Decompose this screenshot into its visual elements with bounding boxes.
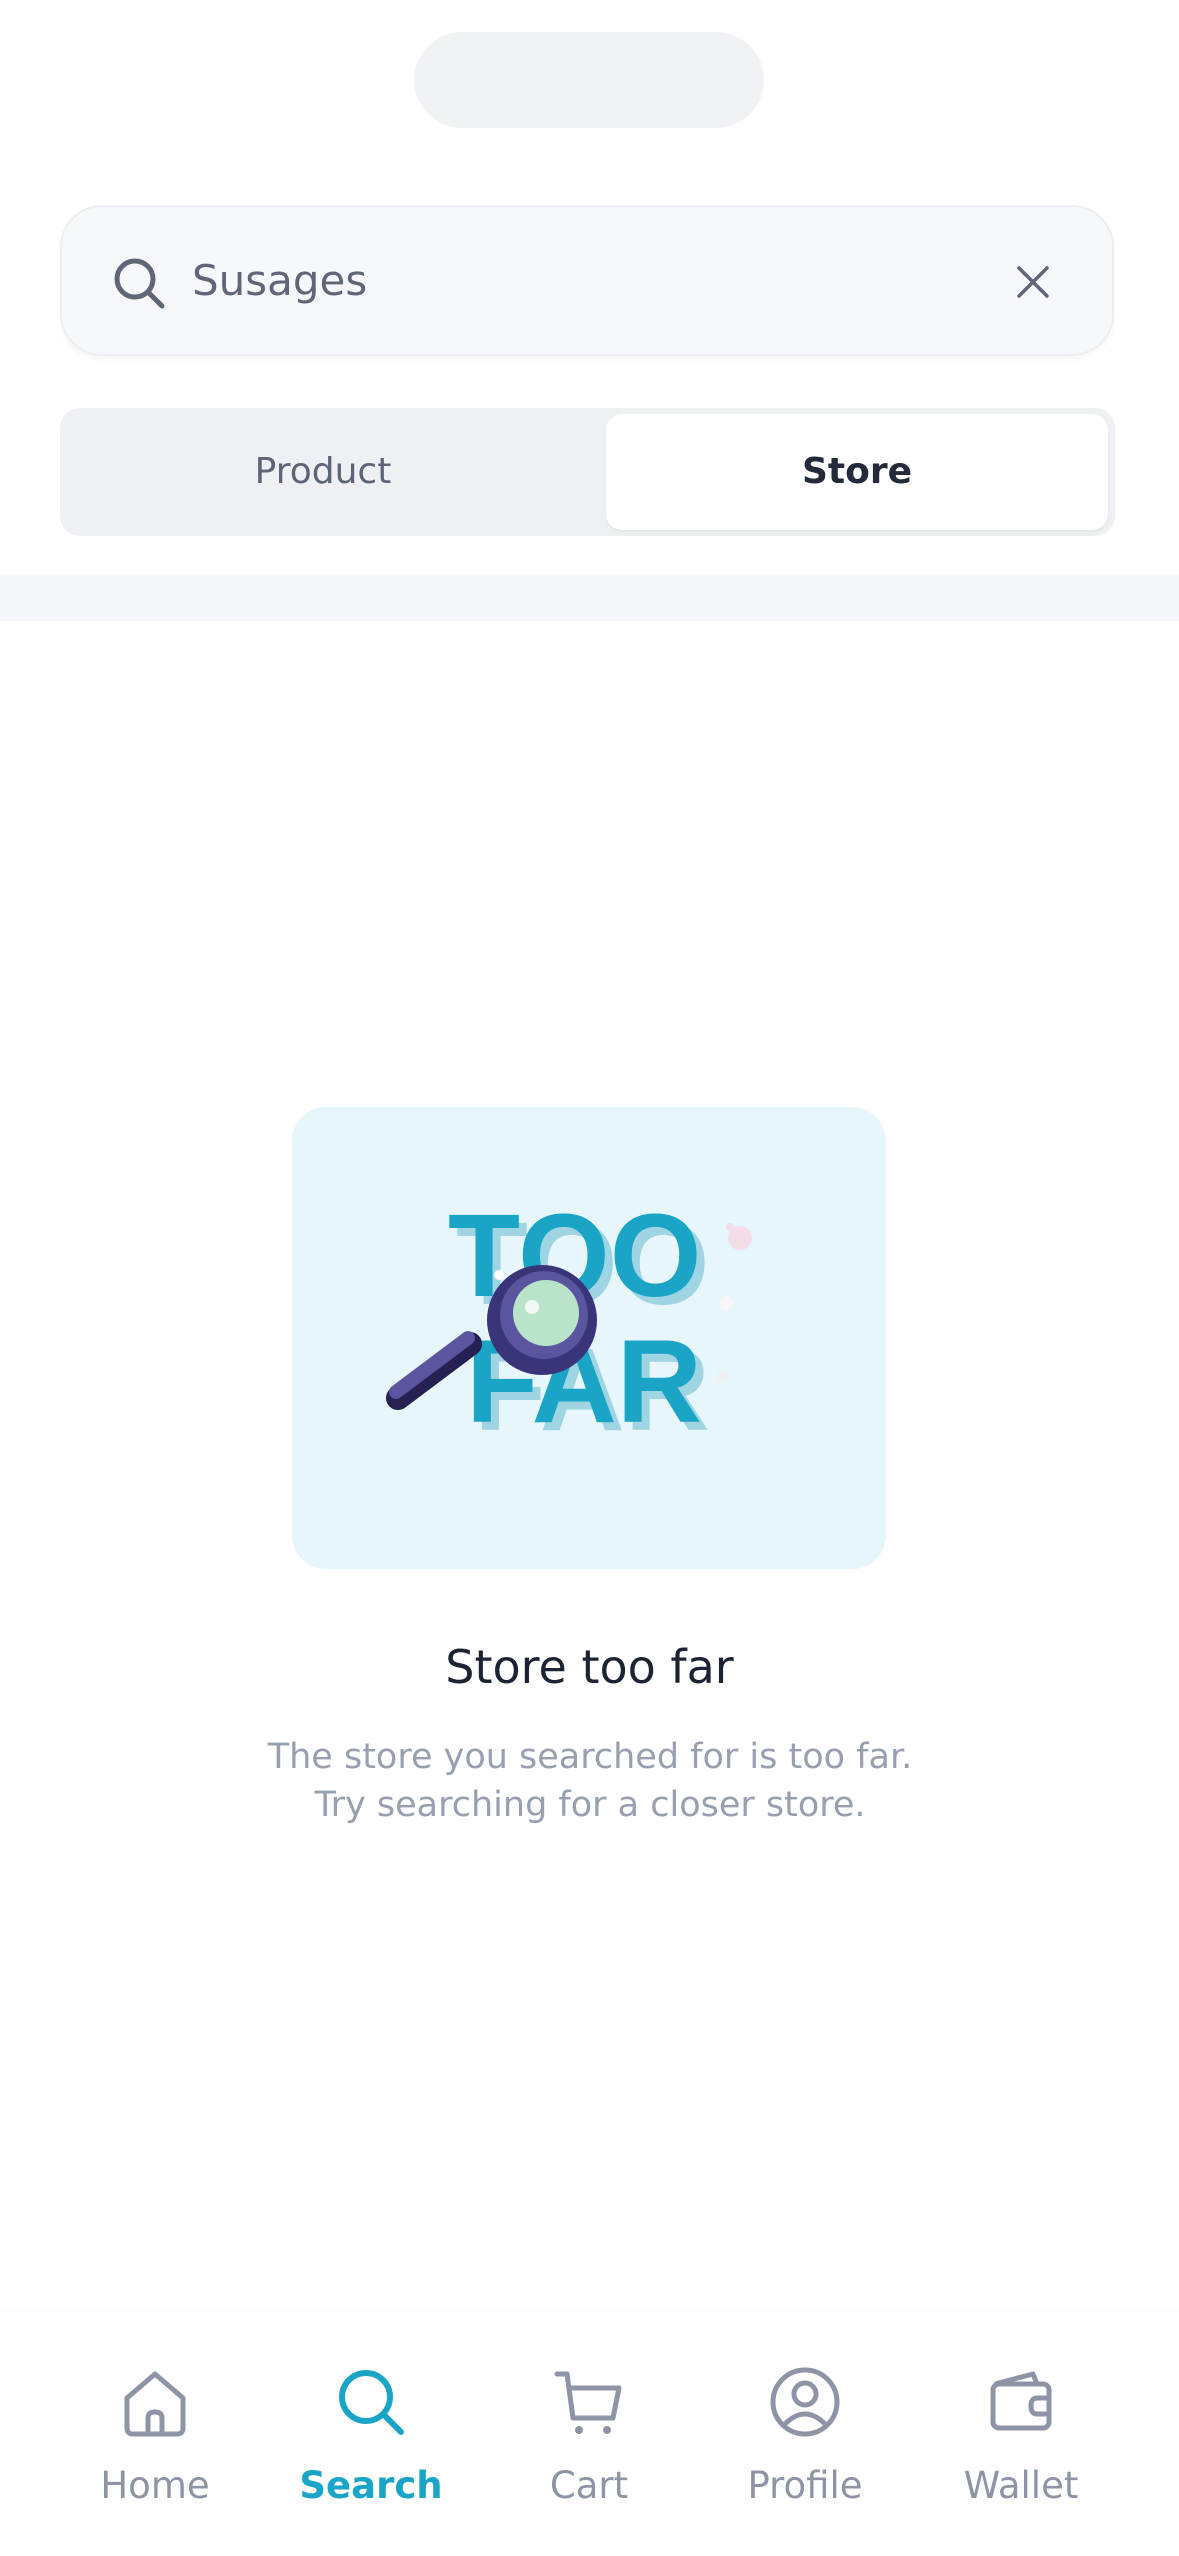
section-divider <box>0 575 1179 621</box>
home-icon <box>124 2371 186 2437</box>
too-far-illustration: TOO TOO FAR FAR <box>292 1107 886 1569</box>
profile-icon <box>770 2367 840 2437</box>
cart-icon <box>554 2371 622 2434</box>
tab-bar-label: Search <box>299 2464 443 2507</box>
empty-state-description: The store you searched for is too far. T… <box>267 1737 913 1825</box>
tab-product[interactable]: Product <box>66 414 580 530</box>
tab-bar-wallet[interactable]: Wallet <box>921 2362 1121 2507</box>
close-icon[interactable] <box>1006 255 1060 309</box>
tab-bar-label: Cart <box>549 2464 629 2507</box>
tab-bar-profile[interactable]: Profile <box>705 2362 905 2507</box>
wallet-icon <box>990 2371 1052 2431</box>
tab-store[interactable]: Store <box>606 414 1108 530</box>
tab-bar-label: Profile <box>747 2464 863 2507</box>
tab-bar-label: Wallet <box>963 2464 1079 2507</box>
search-type-segmented-control: Product Store <box>60 408 1115 536</box>
tab-bar-cart[interactable]: Cart <box>489 2362 689 2507</box>
dynamic-island <box>414 32 764 128</box>
search-bar[interactable] <box>60 205 1114 356</box>
search-input[interactable] <box>192 207 932 354</box>
search-icon <box>114 258 165 309</box>
bottom-tab-bar: Home Search Cart Profile Wallet <box>0 2312 1179 2556</box>
tab-bar-label: Home <box>100 2464 210 2507</box>
tab-bar-search[interactable]: Search <box>271 2362 471 2507</box>
tab-bar-home[interactable]: Home <box>55 2362 255 2507</box>
search-icon <box>339 2370 404 2435</box>
empty-state-title: Store too far <box>445 1640 734 1694</box>
